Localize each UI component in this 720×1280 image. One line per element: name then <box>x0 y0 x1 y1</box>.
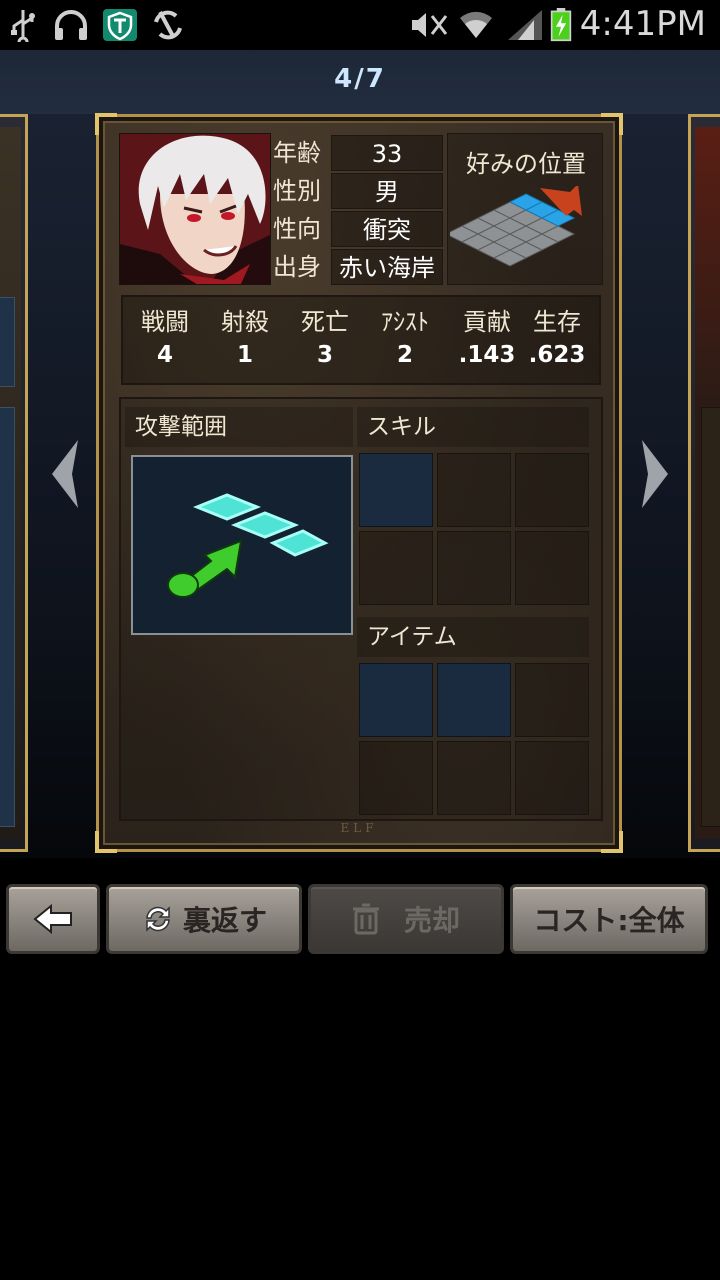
stat-kills: 射殺 1 <box>207 305 283 371</box>
skill-slot[interactable] <box>437 531 511 605</box>
item-slot[interactable] <box>359 663 433 737</box>
back-button[interactable] <box>6 884 100 954</box>
race-emblem: ELF <box>340 821 378 835</box>
stat-survival: 生存 .623 <box>519 305 595 371</box>
trash-icon <box>352 903 379 935</box>
skill-slot[interactable] <box>515 531 589 605</box>
skill-slot[interactable] <box>437 453 511 527</box>
vpn-shield-icon <box>103 9 137 41</box>
stat-value: 2 <box>396 342 413 368</box>
previous-arrow-icon[interactable] <box>44 434 84 514</box>
skill-slot[interactable] <box>359 453 433 527</box>
frame-corner <box>95 113 117 135</box>
preferred-position-panel: 好みの位置 <box>447 133 603 285</box>
stat-value: 1 <box>236 342 253 368</box>
stat-label: 射殺 <box>221 308 269 336</box>
sync-off-icon <box>154 10 182 40</box>
attack-range-title: 攻撃範囲 <box>125 407 353 447</box>
next-card-panel <box>701 407 720 827</box>
frame-corner <box>95 831 117 853</box>
gender-label: 性別 <box>273 177 321 205</box>
battle-stats-panel: 戦闘 4 射殺 1 死亡 3 ｱｼｽﾄ 2 貢献 .143 生存 .623 <box>121 295 601 385</box>
stat-assists: ｱｼｽﾄ 2 <box>367 305 443 371</box>
stat-battles: 戦闘 4 <box>127 305 203 371</box>
previous-card-body <box>0 127 21 839</box>
stat-label: 死亡 <box>301 308 349 336</box>
item-slot[interactable] <box>515 741 589 815</box>
back-arrow-icon <box>33 904 72 934</box>
flip-icon <box>146 906 170 932</box>
origin-value: 赤い海岸 <box>331 249 443 285</box>
position-grid-icon <box>450 186 582 267</box>
next-card-body <box>695 127 720 839</box>
skill-slot[interactable] <box>359 531 433 605</box>
stat-deaths: 死亡 3 <box>287 305 363 371</box>
mute-icon <box>412 13 448 37</box>
headphones-icon <box>55 10 87 40</box>
origin-label: 出身 <box>273 253 321 281</box>
status-bar: 4:41PM <box>0 0 720 50</box>
sell-button[interactable]: 売却 <box>308 884 504 954</box>
previous-card-panel <box>0 297 15 387</box>
stat-value: .143 <box>458 342 516 368</box>
next-card-peek[interactable] <box>688 114 720 852</box>
cost-label: コスト:全体 <box>533 904 685 937</box>
disposition-label: 性向 <box>273 215 321 243</box>
previous-card-panel <box>0 407 15 827</box>
disposition-value: 衝突 <box>331 211 443 247</box>
character-portrait <box>119 133 271 285</box>
stat-value: .623 <box>528 342 586 368</box>
stat-contribution: 貢献 .143 <box>449 305 525 371</box>
stat-label: ｱｼｽﾄ <box>381 308 429 336</box>
equipment-panel: 攻撃範囲 スキル アイテム <box>119 397 603 821</box>
portrait-illustration <box>120 134 270 284</box>
flip-button[interactable]: 裏返す <box>106 884 302 954</box>
battery-charging-icon <box>550 8 572 42</box>
character-card: 年齢 33 性別 男 性向 衝突 出身 赤い海岸 好みの位置 戦闘 4 射殺 1… <box>95 113 623 853</box>
frame-corner <box>601 113 623 135</box>
item-slot[interactable] <box>437 741 511 815</box>
item-slot[interactable] <box>437 663 511 737</box>
clock: 4:41PM <box>579 4 706 44</box>
header: 4/7 <box>0 50 720 114</box>
sell-label: 売却 <box>403 904 460 937</box>
items-title: アイテム <box>357 617 589 657</box>
signal-icon <box>508 10 542 40</box>
item-slot[interactable] <box>515 663 589 737</box>
stat-value: 4 <box>156 342 173 368</box>
frame-corner <box>601 831 623 853</box>
wifi-icon <box>460 11 492 38</box>
next-arrow-icon[interactable] <box>636 434 676 514</box>
attack-range-view <box>131 455 353 635</box>
stat-label: 戦闘 <box>141 308 189 336</box>
stat-label: 貢献 <box>463 308 511 336</box>
stat-value: 3 <box>316 342 333 368</box>
page-indicator: 4/7 <box>334 64 386 94</box>
stat-label: 生存 <box>533 308 581 336</box>
age-value: 33 <box>331 135 443 171</box>
flip-label: 裏返す <box>182 904 267 937</box>
attack-range-icon <box>167 493 329 598</box>
age-label: 年齢 <box>273 139 321 167</box>
skills-title: スキル <box>357 407 589 447</box>
previous-card-peek[interactable] <box>0 114 28 852</box>
preferred-position-title: 好みの位置 <box>466 150 586 178</box>
skill-slot[interactable] <box>515 453 589 527</box>
usb-icon <box>11 10 35 42</box>
card-carousel[interactable]: 年齢 33 性別 男 性向 衝突 出身 赤い海岸 好みの位置 戦闘 4 射殺 1… <box>0 113 720 858</box>
item-slot[interactable] <box>359 741 433 815</box>
cost-button[interactable]: コスト:全体 <box>510 884 708 954</box>
gender-value: 男 <box>331 173 443 209</box>
